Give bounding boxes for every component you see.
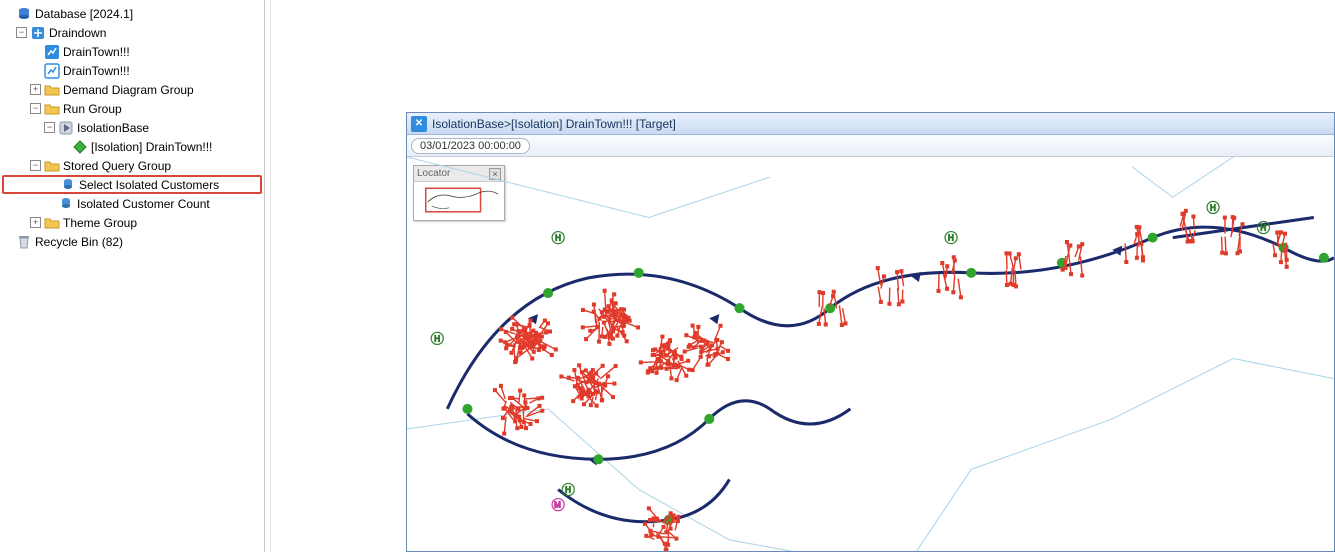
tree-label: Isolated Customer Count xyxy=(77,197,210,211)
tree-label: Run Group xyxy=(63,102,122,116)
collapse-icon[interactable]: − xyxy=(30,160,41,171)
expand-icon[interactable]: + xyxy=(30,84,41,95)
network-icon xyxy=(30,25,46,41)
map-app-icon: ✕ xyxy=(411,116,427,132)
tree-label: DrainTown!!! xyxy=(63,45,130,59)
tree-isolation-draintown[interactable]: [Isolation] DrainTown!!! xyxy=(2,137,262,156)
tree-root-database[interactable]: Database [2024.1] xyxy=(2,4,262,23)
svg-text:H: H xyxy=(434,334,440,343)
tree-label: Stored Query Group xyxy=(63,159,171,173)
tree-run-group[interactable]: − Run Group xyxy=(2,99,262,118)
tree-panel: Database [2024.1] − Draindown xyxy=(0,0,265,552)
tree-stored-query-group[interactable]: − Stored Query Group xyxy=(2,156,262,175)
svg-text:H: H xyxy=(1260,224,1266,233)
network-map: H H H H H H M xyxy=(407,157,1334,551)
collapse-icon[interactable]: − xyxy=(16,27,27,38)
map-canvas[interactable]: Locator × xyxy=(407,157,1334,551)
tree-theme-group[interactable]: + Theme Group xyxy=(2,213,262,232)
tree-label: Theme Group xyxy=(63,216,137,230)
folder-icon xyxy=(44,158,60,174)
tree-isolation-base[interactable]: − IsolationBase xyxy=(2,118,262,137)
tree-label: Select Isolated Customers xyxy=(79,178,219,192)
tree-isolated-customer-count[interactable]: Isolated Customer Count xyxy=(2,194,262,213)
expand-icon[interactable]: + xyxy=(30,217,41,228)
run-icon xyxy=(58,120,74,136)
database-icon xyxy=(16,6,32,22)
collapse-icon[interactable]: − xyxy=(30,103,41,114)
map-window: ✕ IsolationBase>[Isolation] DrainTown!!!… xyxy=(406,112,1335,552)
map-titlebar[interactable]: ✕ IsolationBase>[Isolation] DrainTown!!!… xyxy=(407,113,1334,135)
tree-label: IsolationBase xyxy=(77,121,149,135)
folder-icon xyxy=(44,101,60,117)
sim-icon xyxy=(72,139,88,155)
main-area: ✕ IsolationBase>[Isolation] DrainTown!!!… xyxy=(271,0,1335,552)
query-icon xyxy=(60,177,76,193)
folder-icon xyxy=(44,82,60,98)
tree-label: Database [2024.1] xyxy=(35,7,133,21)
folder-icon xyxy=(44,215,60,231)
map-toolbar: 03/01/2023 00:00:00 xyxy=(407,135,1334,157)
tree-label: DrainTown!!! xyxy=(63,64,130,78)
tree-select-isolated-customers[interactable]: Select Isolated Customers xyxy=(2,175,262,194)
tree-label: [Isolation] DrainTown!!! xyxy=(91,140,212,154)
tree-draindown[interactable]: − Draindown xyxy=(2,23,262,42)
tree-label: Demand Diagram Group xyxy=(63,83,194,97)
query-icon xyxy=(58,196,74,212)
tree-label: Recycle Bin (82) xyxy=(35,235,123,249)
svg-text:M: M xyxy=(554,501,561,510)
svg-text:H: H xyxy=(948,234,954,243)
tree-demand-group[interactable]: + Demand Diagram Group xyxy=(2,80,262,99)
map-datetime[interactable]: 03/01/2023 00:00:00 xyxy=(411,138,530,154)
svg-text:H: H xyxy=(555,234,561,243)
map-title: IsolationBase>[Isolation] DrainTown!!! [… xyxy=(432,117,676,131)
scenario-icon xyxy=(44,44,60,60)
recycle-bin-icon xyxy=(16,234,32,250)
spacer xyxy=(2,8,13,19)
tree-draintown-2[interactable]: DrainTown!!! xyxy=(2,61,262,80)
tree-draintown-1[interactable]: DrainTown!!! xyxy=(2,42,262,61)
collapse-icon[interactable]: − xyxy=(44,122,55,133)
svg-text:H: H xyxy=(565,486,571,495)
tree-label: Draindown xyxy=(49,26,106,40)
svg-text:H: H xyxy=(1210,203,1216,212)
scenario-alt-icon xyxy=(44,63,60,79)
tree-recycle-bin[interactable]: Recycle Bin (82) xyxy=(2,232,262,251)
